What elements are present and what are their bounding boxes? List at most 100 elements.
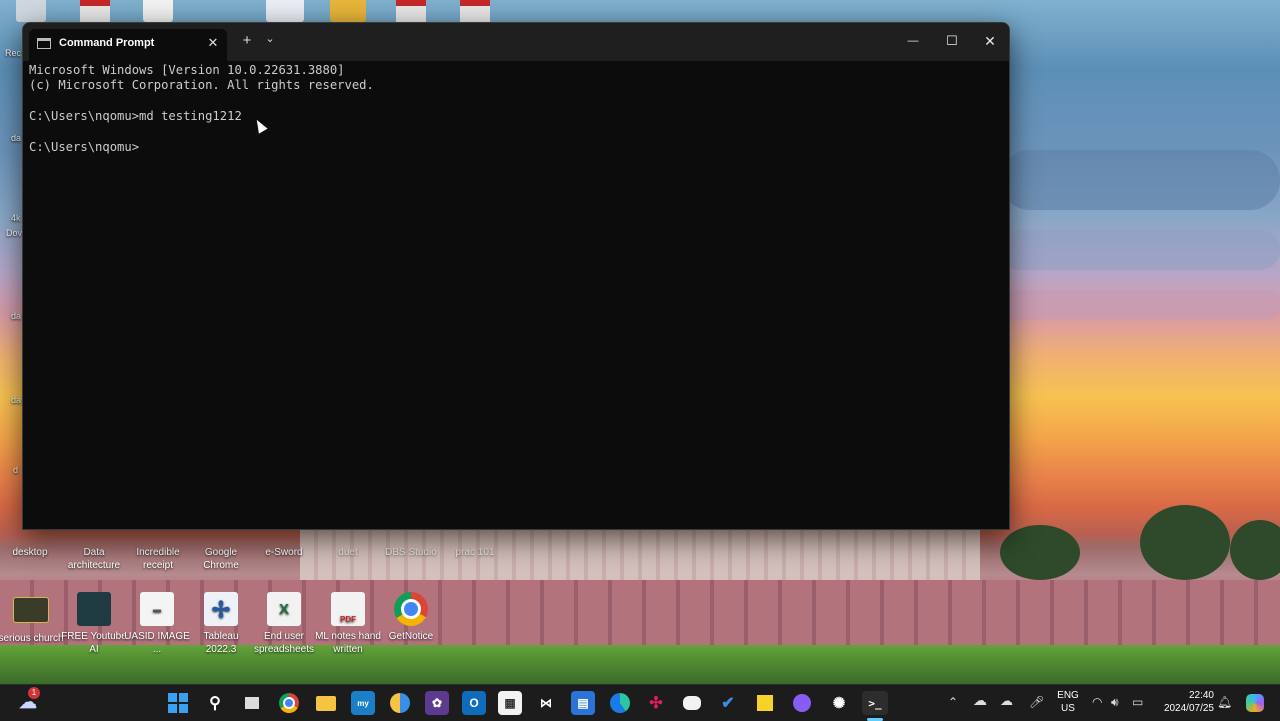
onedrive-icon[interactable]: ☁ — [973, 692, 987, 709]
tableau-icon[interactable] — [266, 0, 304, 22]
desktop-icon-tableau[interactable]: ✢ Tableau 2022.3 — [188, 592, 254, 656]
photo-editor-icon[interactable]: ✿ — [425, 691, 449, 715]
pdf-icon: PDF — [331, 592, 365, 626]
desktop-icon-peek[interactable] — [16, 0, 46, 22]
desktop-icon-serious-church[interactable]: serious church — [0, 592, 64, 645]
file-explorer-icon[interactable] — [314, 691, 338, 715]
search-icon[interactable]: ⚲ — [203, 691, 227, 715]
image-thumbnail-icon — [13, 597, 49, 623]
task-view-icon[interactable] — [240, 691, 264, 715]
desktop-icon-getnotice[interactable]: GetNotice — [378, 592, 444, 643]
wallpaper-cloud — [1000, 150, 1280, 210]
tab-close-icon[interactable]: ✕ — [205, 35, 221, 51]
volume-icon[interactable]: 🔊︎ — [1111, 695, 1119, 710]
desktop-icon-label: Google Chrome — [203, 547, 239, 571]
date: 2024/07/25 — [1163, 703, 1214, 714]
gear-icon — [0, 530, 63, 546]
copilot-icon[interactable] — [1243, 691, 1267, 715]
language-indicator[interactable]: ENG US — [1054, 689, 1082, 715]
wallpaper-cloud — [1000, 230, 1280, 270]
desktop-icon-e-sword[interactable]: e-Sword — [251, 530, 317, 559]
title-bar[interactable]: Command Prompt ✕ + ⌄ — ☐ ✕ — [23, 23, 1009, 61]
battery-icon[interactable]: ▭ — [1132, 695, 1143, 709]
folder-icon[interactable] — [330, 0, 366, 22]
desktop-icon-label: Data architecture — [67, 547, 121, 571]
wallpaper-cloud — [1000, 290, 1280, 320]
bell-icon[interactable]: 🔔︎ — [1217, 695, 1232, 709]
microphone-icon[interactable]: 🎤︎ — [1029, 695, 1044, 709]
wifi-icon[interactable]: ◠ — [1092, 695, 1102, 709]
desktop-icon-incredible-receipt[interactable]: Incredible receipt — [125, 530, 191, 572]
discord-icon[interactable] — [680, 691, 704, 715]
desktop-icon-google-chrome[interactable]: Google Chrome — [188, 530, 254, 572]
console-line: C:\Users\nqomu>md testing1212 — [29, 109, 242, 123]
store-icon[interactable]: ▦ — [498, 691, 522, 715]
document-icon — [61, 530, 127, 546]
desktop-icon-duet[interactable]: duet — [315, 530, 381, 559]
desktop-icon-end-user-spreadsheets[interactable]: X End user spreadsheets — [251, 592, 317, 656]
language-code: ENG — [1057, 690, 1079, 701]
chevron-down-icon[interactable]: ⌄ — [263, 32, 277, 45]
terminal-icon — [37, 38, 51, 49]
slack-icon[interactable]: ✣ — [644, 691, 668, 715]
desktop-icon-label: prac 101 — [455, 547, 495, 558]
todo-icon[interactable]: ✔ — [716, 691, 740, 715]
new-tab-button[interactable]: + — [239, 32, 255, 49]
maximize-button[interactable]: ☐ — [933, 27, 971, 55]
chrome-icon — [188, 530, 254, 546]
tableau-icon: ✢ — [204, 592, 238, 626]
mylo-icon[interactable]: my — [351, 691, 375, 715]
desktop-icon-uasid-image[interactable]: ▬ UASID IMAGE ... — [124, 592, 190, 656]
github-icon[interactable] — [790, 691, 814, 715]
region-code: US — [1061, 703, 1075, 714]
sticky-notes-icon[interactable] — [753, 691, 777, 715]
wallpaper-tree — [1140, 505, 1230, 580]
capcut-icon[interactable]: ⋈ — [534, 691, 558, 715]
e-sword-icon — [251, 530, 317, 546]
mouse-cursor-icon — [252, 117, 268, 134]
document-icon — [442, 530, 508, 546]
desktop-label-fragment: d — [13, 465, 19, 475]
notification-badge: 1 — [28, 687, 40, 699]
terminal-icon[interactable]: >_ — [862, 691, 888, 715]
desktop-icon-label: Incredible receipt — [136, 547, 180, 571]
minimize-button[interactable]: — — [894, 27, 932, 55]
command-prompt-window[interactable]: Command Prompt ✕ + ⌄ — ☐ ✕ Microsoft Win… — [22, 22, 1010, 530]
onedrive-personal-icon[interactable]: ☁ — [1000, 693, 1013, 709]
chrome-icon — [394, 592, 428, 626]
chrome-beta-icon[interactable] — [388, 691, 412, 715]
console-line: Microsoft Windows [Version 10.0.22631.38… — [29, 63, 345, 77]
desktop-icon-label: FREE Youtube AI — [61, 631, 127, 655]
time: 22:40 — [1188, 690, 1214, 701]
clock[interactable]: 22:40 2024/07/25 — [1154, 689, 1214, 715]
wallpaper-tree — [1000, 525, 1080, 580]
start-button[interactable] — [166, 691, 190, 715]
chrome-icon[interactable] — [277, 691, 301, 715]
desktop-icon-label: ML notes hand written — [315, 631, 381, 655]
desktop-label-fragment: da — [11, 395, 22, 405]
edge-icon[interactable] — [608, 691, 632, 715]
chatgpt-icon[interactable]: ✺ — [827, 691, 851, 715]
close-button[interactable]: ✕ — [971, 27, 1009, 55]
pdf-icon — [125, 530, 191, 546]
chevron-up-icon[interactable]: ⌃ — [948, 695, 958, 709]
desktop-icon-data-architecture[interactable]: Data architecture — [61, 530, 127, 572]
document-icon[interactable] — [143, 0, 173, 22]
excel-icon: X — [267, 592, 301, 626]
desktop-label-fragment: Rec — [5, 48, 22, 58]
desktop-icon-desktop[interactable]: desktop — [0, 530, 63, 559]
desktop-icon-label: End user spreadsheets — [253, 631, 315, 655]
app-icon — [378, 530, 444, 546]
console-output[interactable]: Microsoft Windows [Version 10.0.22631.38… — [29, 61, 999, 521]
desktop-icon-label: UASID IMAGE ... — [124, 631, 190, 655]
desktop-icon-prac-101[interactable]: prac 101 — [442, 530, 508, 559]
desktop-icon-free-youtube-ai[interactable]: FREE Youtube AI — [61, 592, 127, 656]
desktop-icon-label: e-Sword — [265, 547, 303, 558]
desktop-icon-ml-notes[interactable]: PDF ML notes hand written — [315, 592, 381, 656]
desktop-label-fragment: da — [11, 133, 22, 143]
outlook-icon[interactable]: O — [462, 691, 486, 715]
calendar-icon[interactable]: ▤ — [571, 691, 595, 715]
desktop-icon-label: desktop — [12, 547, 48, 558]
desktop-icon-dbs-studio[interactable]: DBS Studio — [378, 530, 444, 559]
tab-command-prompt[interactable]: Command Prompt ✕ — [29, 29, 227, 61]
